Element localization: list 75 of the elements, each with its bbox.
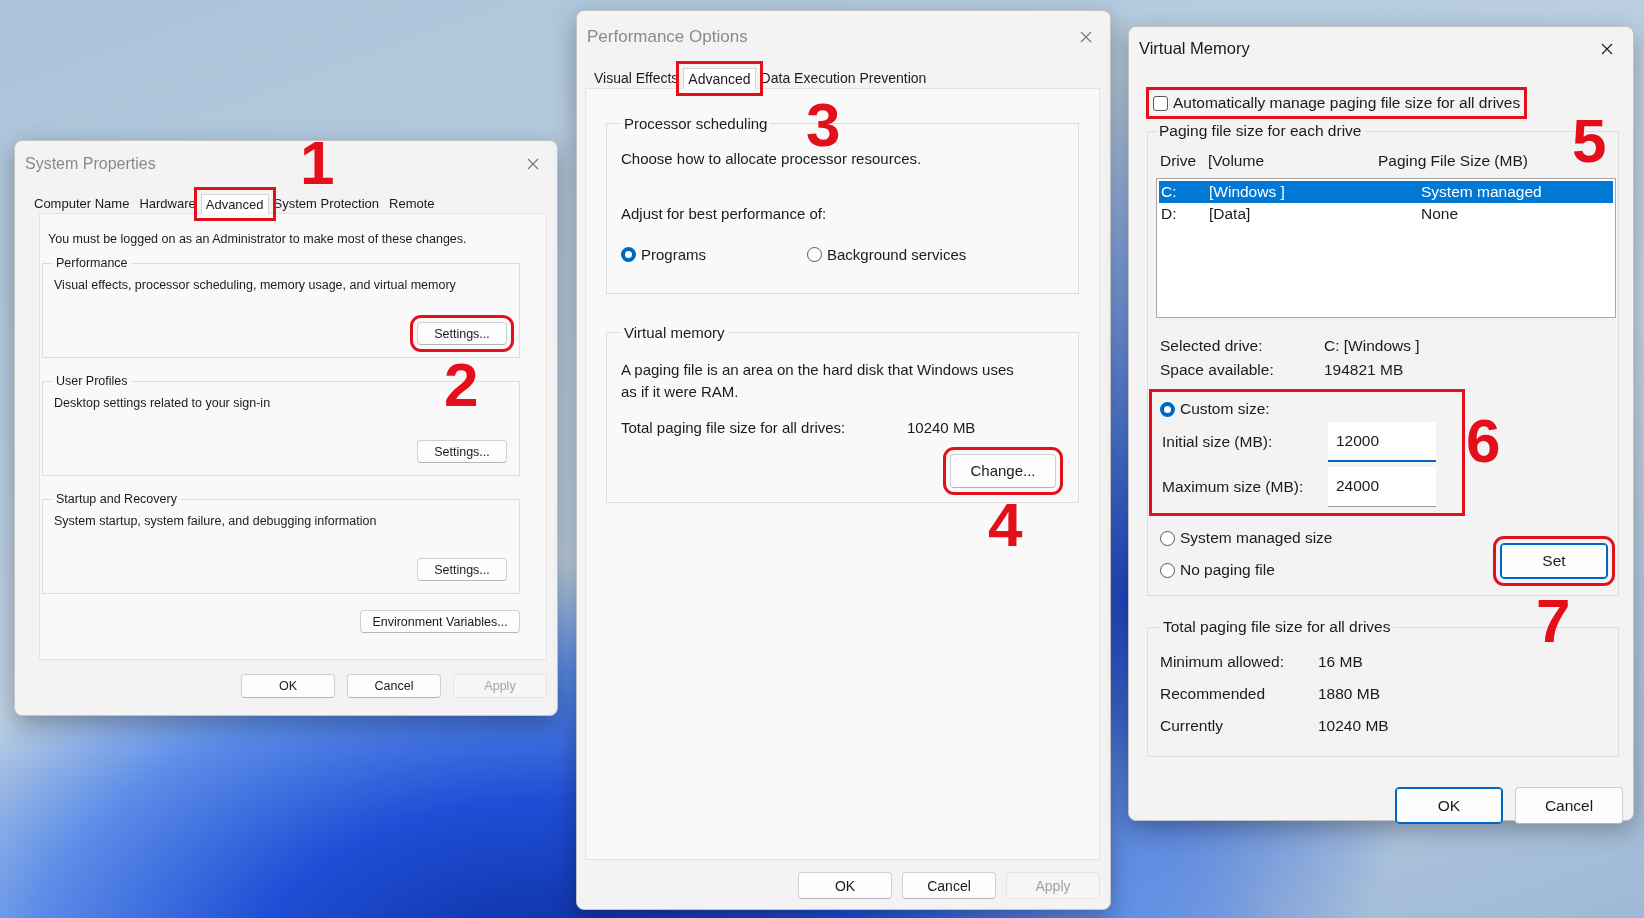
group-description: Visual effects, processor scheduling, memory usage, and virtual memory: [53, 278, 457, 292]
group-title: Virtual memory: [623, 324, 726, 341]
radio-label: Custom size:: [1180, 400, 1270, 418]
dialog-button[interactable]: Cancel: [902, 872, 996, 899]
dialog-button[interactable]: OK: [241, 674, 335, 698]
settings-button[interactable]: Settings...: [417, 558, 507, 581]
drive-letter: C:: [1161, 183, 1178, 201]
info-label: Currently: [1160, 717, 1224, 735]
window-title: Virtual Memory: [1139, 39, 1250, 58]
group-title: Performance: [55, 256, 129, 270]
step-number: 2: [444, 354, 479, 416]
checkbox-label: Automatically manage paging file size for all drives: [1173, 94, 1521, 112]
total-label: Total paging file size for all drives:: [621, 418, 847, 436]
total-value: 10240 MB: [907, 418, 976, 436]
field-label: Initial size (MB):: [1161, 433, 1274, 451]
group-title: Startup and Recovery: [55, 492, 178, 506]
step-number: 7: [1536, 590, 1571, 652]
dialog-button[interactable]: Cancel: [347, 674, 441, 698]
radio-label: Programs: [641, 246, 707, 263]
tab[interactable]: Computer Name: [29, 193, 135, 213]
radio-button[interactable]: [1160, 530, 1175, 546]
drive-volume: [Data]: [1209, 205, 1252, 223]
settings-button[interactable]: Settings...: [417, 440, 507, 463]
close-icon[interactable]: [1601, 42, 1613, 55]
checkbox[interactable]: [1153, 95, 1168, 111]
tab[interactable]: Hardware: [134, 193, 201, 213]
environment-variables-button[interactable]: Environment Variables...: [360, 610, 520, 633]
radio-button[interactable]: [807, 247, 822, 262]
column-header: Paging File Size (MB): [1378, 152, 1529, 170]
info-value: 16 MB: [1318, 653, 1363, 671]
radio-button[interactable]: [621, 247, 636, 262]
window-title: System Properties: [25, 155, 156, 173]
column-header: [Volume: [1208, 152, 1265, 170]
adjust-label: Adjust for best performance of:: [621, 205, 828, 222]
drive-row[interactable]: D: [Data] None: [1159, 203, 1613, 225]
paging-size: None: [1420, 205, 1460, 223]
step-number: 6: [1466, 410, 1501, 472]
dialog-button[interactable]: OK: [1395, 787, 1503, 824]
info-label: Space available:: [1160, 361, 1275, 379]
size-field[interactable]: 24000: [1328, 467, 1436, 507]
info-value: C: [Windows ]: [1324, 337, 1420, 355]
drive-volume: [Windows ]: [1209, 183, 1286, 201]
info-label: Selected drive:: [1160, 337, 1264, 355]
info-value: 10240 MB: [1318, 717, 1389, 735]
group-title: Processor scheduling: [623, 115, 769, 132]
info-value: 1880 MB: [1318, 685, 1381, 703]
info-label: Minimum allowed:: [1160, 653, 1286, 671]
info-value: 194821 MB: [1324, 361, 1404, 379]
group-description: Desktop settings related to your sign-in: [53, 396, 272, 410]
paging-size: System managed: [1420, 183, 1543, 201]
column-header: Drive: [1160, 152, 1198, 170]
window-title: Performance Options: [587, 27, 748, 47]
radio-button[interactable]: [1160, 562, 1175, 578]
field-label: Maximum size (MB):: [1161, 478, 1305, 496]
group-title: Paging file size for each drive: [1158, 122, 1363, 140]
group-title: User Profiles: [55, 374, 129, 388]
radio-label: Background services: [827, 246, 967, 263]
step-number: 1: [300, 132, 335, 194]
drive-letter: D:: [1161, 205, 1178, 223]
step-number: 4: [988, 494, 1023, 556]
drive-row[interactable]: C: [Windows ] System managed: [1159, 181, 1613, 203]
notice-text: You must be logged on as an Administrator to make most of these changes.: [47, 232, 468, 246]
info-label: Recommended: [1160, 685, 1267, 703]
dialog-button[interactable]: Cancel: [1515, 787, 1623, 824]
group-description: System startup, system failure, and debugging information: [53, 514, 378, 528]
size-field[interactable]: 12000: [1328, 422, 1436, 462]
group-description: A paging file is an area on the hard disk that Windows uses as if it were RAM.: [621, 360, 1015, 402]
radio-label: No paging file: [1180, 561, 1275, 579]
radio-label: System managed size: [1180, 529, 1333, 547]
group-title: Total paging file size for all drives: [1162, 618, 1392, 636]
radio-button[interactable]: [1160, 401, 1175, 417]
dialog-button[interactable]: OK: [798, 872, 892, 899]
tab[interactable]: System Protection: [268, 193, 385, 213]
step-number: 5: [1572, 110, 1607, 172]
tab[interactable]: Remote: [384, 193, 440, 213]
